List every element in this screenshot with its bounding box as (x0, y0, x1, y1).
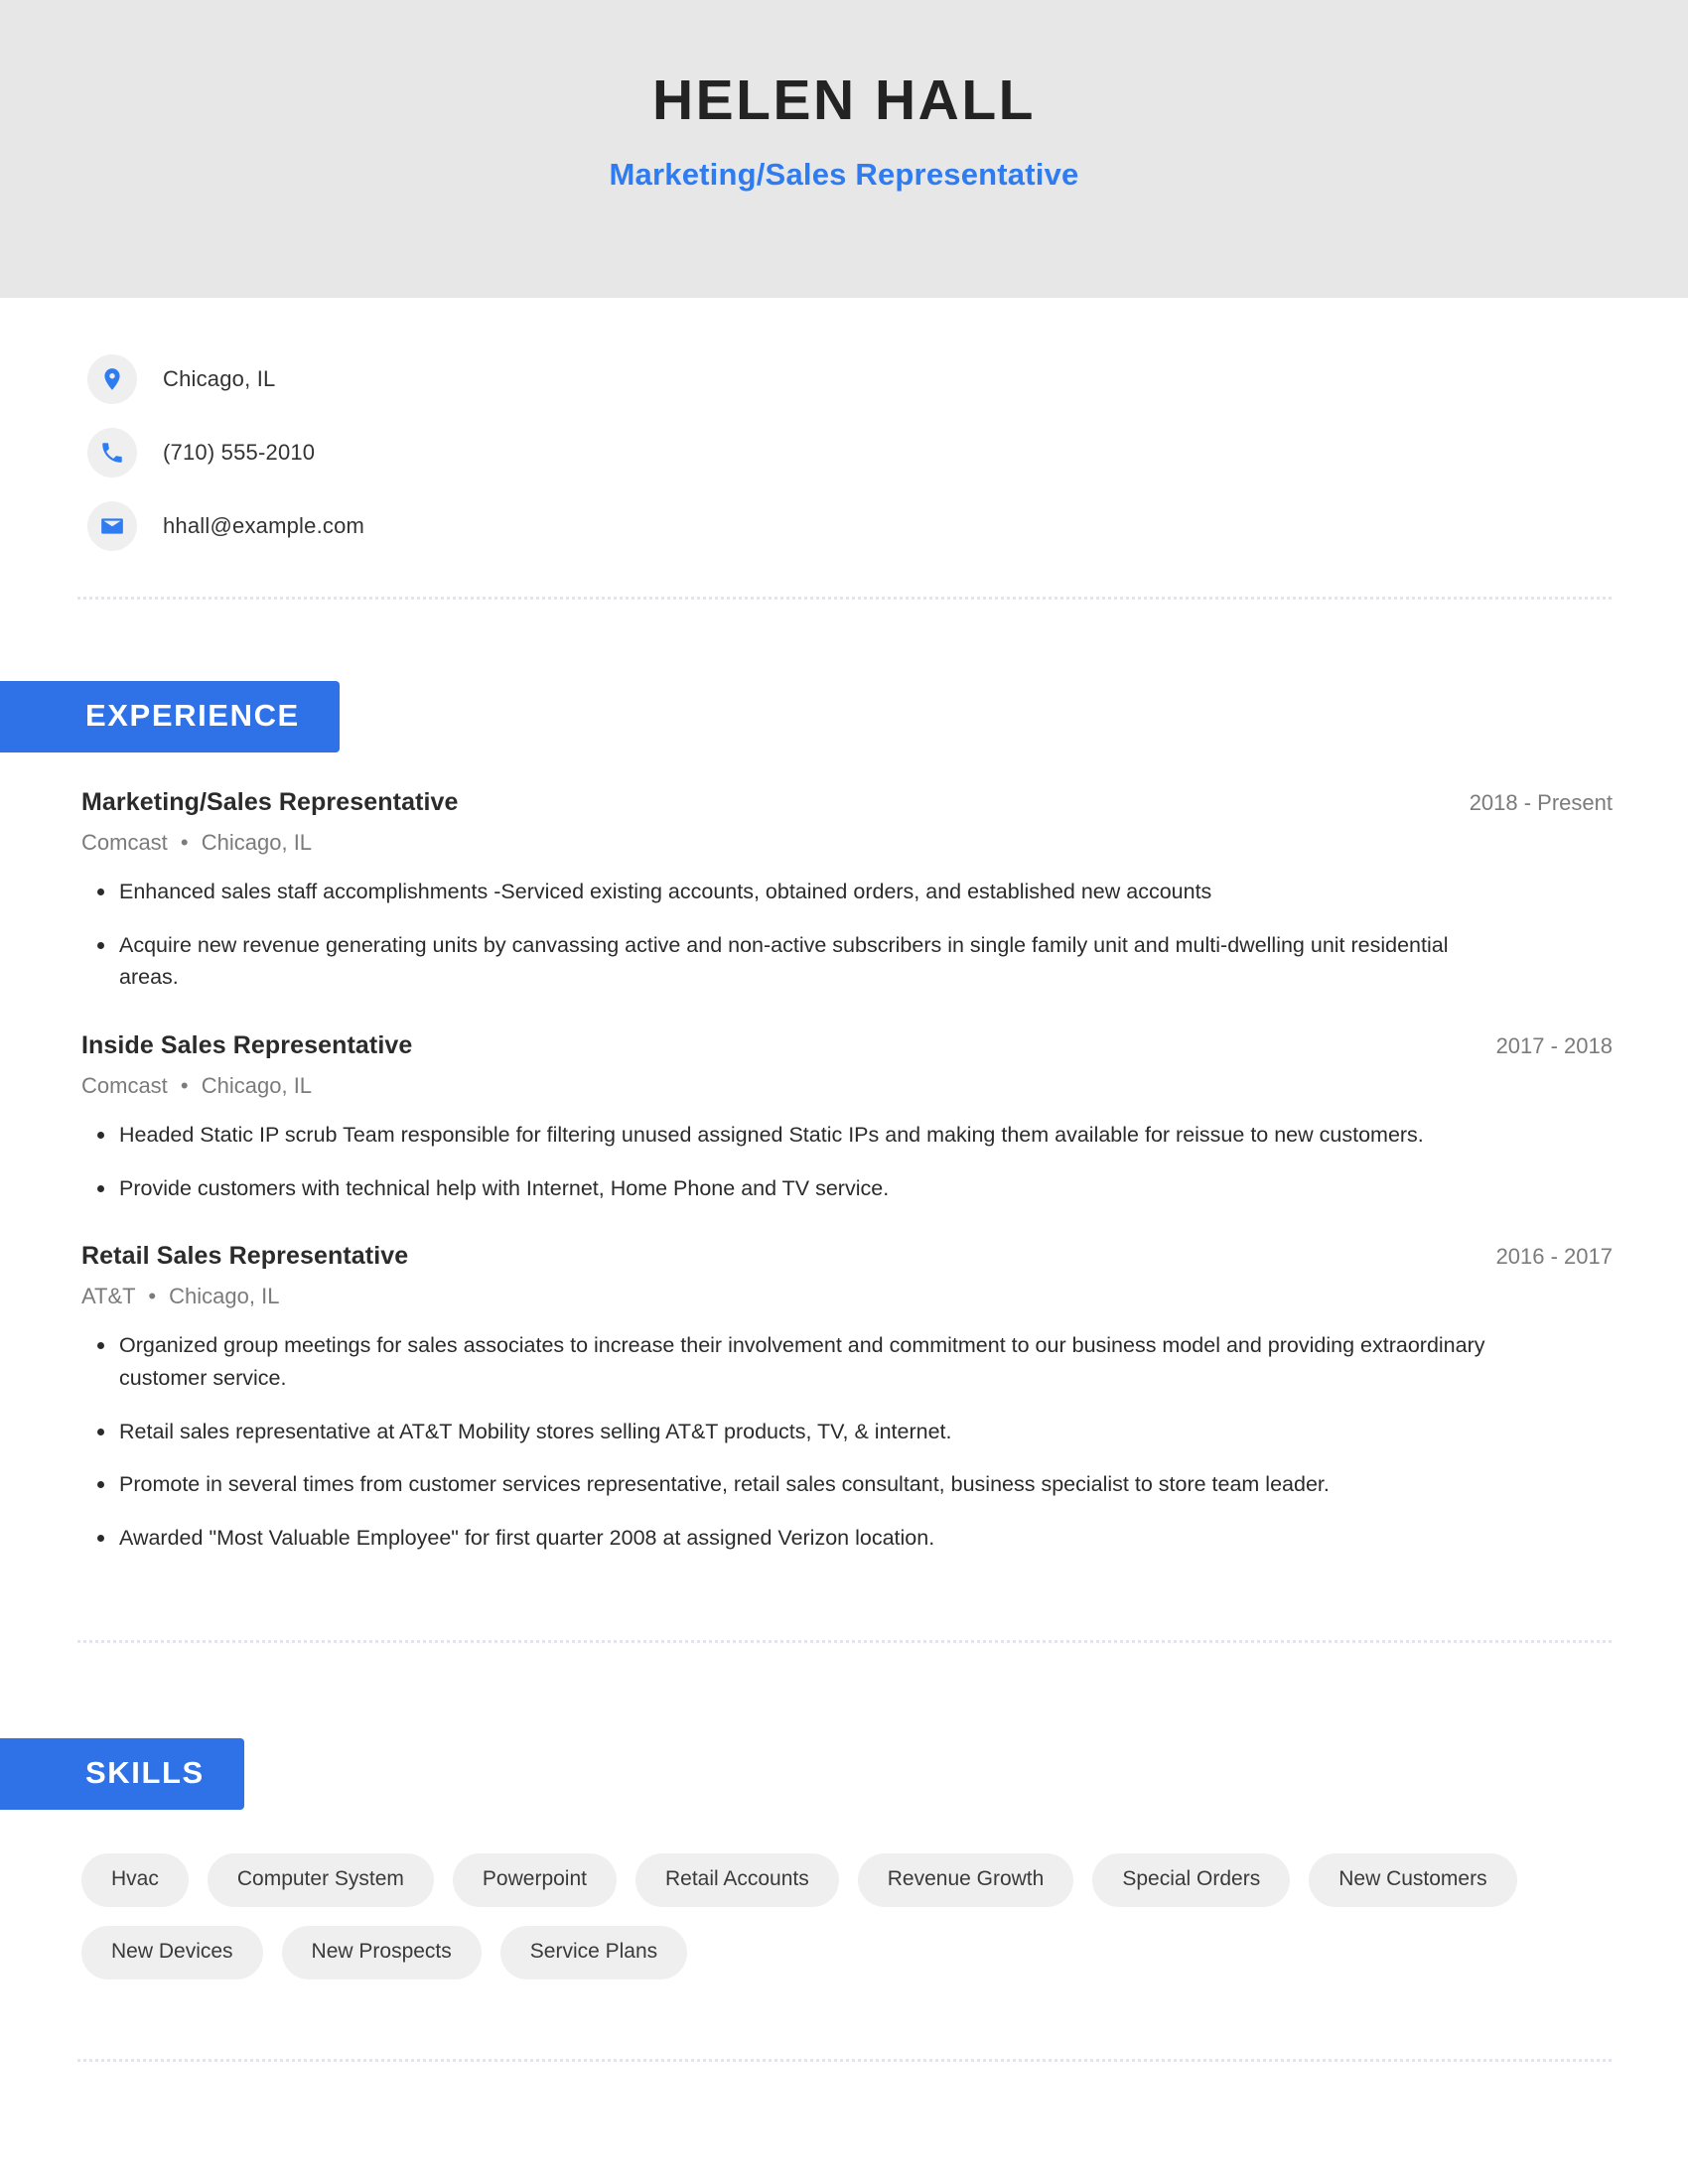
job-bullet: Promote in several times from customer s… (81, 1468, 1494, 1501)
job-title: Inside Sales Representative (81, 1031, 413, 1060)
experience-list: Marketing/Sales Representative 2018 - Pr… (0, 788, 1688, 1555)
job-location: Chicago, IL (169, 1284, 280, 1309)
job-meta: Comcast • Chicago, IL (81, 1073, 1613, 1099)
contact-location-text: Chicago, IL (163, 366, 276, 391)
job-bullet: Provide customers with technical help wi… (81, 1172, 1494, 1205)
job-company: Comcast (81, 1073, 168, 1099)
job-title: Marketing/Sales Representative (81, 788, 459, 816)
section-title-skills: SKILLS (0, 1737, 244, 1810)
location-pin-icon (87, 354, 137, 404)
skill-pill: Revenue Growth (857, 1852, 1074, 1907)
job-dates: 2016 - 2017 (1495, 1244, 1613, 1270)
phone-icon (87, 428, 137, 478)
meta-separator: • (180, 1073, 189, 1099)
job-meta: Comcast • Chicago, IL (81, 830, 1613, 856)
skill-pill: New Prospects (281, 1925, 482, 1979)
job-bullet: Retail sales representative at AT&T Mobi… (81, 1416, 1494, 1448)
job-bullet: Awarded "Most Valuable Employee" for fir… (81, 1522, 1494, 1555)
job-header-row: Retail Sales Representative 2016 - 2017 (81, 1242, 1613, 1271)
job-header-row: Inside Sales Representative 2017 - 2018 (81, 1031, 1613, 1060)
divider-after-experience (76, 1639, 1612, 1643)
skills-section: SKILLS Hvac Computer System Powerpoint R… (0, 1737, 1688, 1979)
divider-after-contact (76, 597, 1612, 600)
resume-header: HELEN HALL Marketing/Sales Representativ… (0, 0, 1688, 298)
skill-pill: Retail Accounts (634, 1852, 839, 1907)
skill-pill: Hvac (81, 1852, 189, 1907)
job-dates: 2018 - Present (1469, 790, 1613, 815)
job-location: Chicago, IL (201, 830, 313, 855)
job-dates: 2017 - 2018 (1495, 1033, 1613, 1059)
job-bullet-list: Enhanced sales staff accomplishments -Se… (81, 876, 1613, 994)
job-company: Comcast (81, 830, 168, 855)
job-location: Chicago, IL (201, 1073, 313, 1099)
meta-separator: • (180, 830, 189, 855)
job-company: AT&T (81, 1284, 136, 1309)
skills-list: Hvac Computer System Powerpoint Retail A… (0, 1810, 1611, 1979)
job-bullet: Organized group meetings for sales assoc… (81, 1329, 1494, 1394)
skill-pill: Powerpoint (452, 1852, 617, 1907)
job-header-row: Marketing/Sales Representative 2018 - Pr… (81, 788, 1613, 817)
job-meta: AT&T • Chicago, IL (81, 1284, 1613, 1309)
contact-item-location: Chicago, IL (87, 342, 1688, 416)
job-bullet-list: Organized group meetings for sales assoc… (81, 1329, 1613, 1554)
skill-pill: New Customers (1309, 1852, 1517, 1907)
job-bullet: Enhanced sales staff accomplishments -Se… (81, 876, 1494, 908)
meta-separator: • (148, 1284, 157, 1309)
job-bullet: Acquire new revenue generating units by … (81, 929, 1494, 994)
experience-entry: Retail Sales Representative 2016 - 2017 … (81, 1242, 1613, 1554)
skill-pill: Computer System (207, 1852, 434, 1907)
contact-block: Chicago, IL (710) 555-2010 hhall@example… (0, 298, 1688, 563)
contact-item-email: hhall@example.com (87, 489, 1688, 563)
contact-email-text: hhall@example.com (163, 513, 365, 538)
email-icon (87, 501, 137, 551)
page-title: HELEN HALL (652, 68, 1036, 132)
section-title-experience: EXPERIENCE (0, 681, 340, 752)
skill-pill: Service Plans (499, 1925, 688, 1979)
job-title: Retail Sales Representative (81, 1242, 409, 1271)
skill-pill: Special Orders (1092, 1852, 1291, 1907)
contact-item-phone: (710) 555-2010 (87, 416, 1688, 489)
skill-pill: New Devices (81, 1925, 263, 1979)
resume-page: HELEN HALL Marketing/Sales Representativ… (0, 0, 1688, 2184)
experience-entry: Inside Sales Representative 2017 - 2018 … (81, 1031, 1613, 1204)
experience-entry: Marketing/Sales Representative 2018 - Pr… (81, 788, 1613, 994)
contact-phone-text: (710) 555-2010 (163, 440, 316, 465)
divider-after-skills (76, 2058, 1612, 2062)
job-bullet-list: Headed Static IP scrub Team responsible … (81, 1119, 1613, 1204)
job-bullet: Headed Static IP scrub Team responsible … (81, 1119, 1494, 1152)
headline-subtitle: Marketing/Sales Representative (609, 156, 1079, 192)
experience-section: EXPERIENCE Marketing/Sales Representativ… (0, 681, 1688, 1555)
